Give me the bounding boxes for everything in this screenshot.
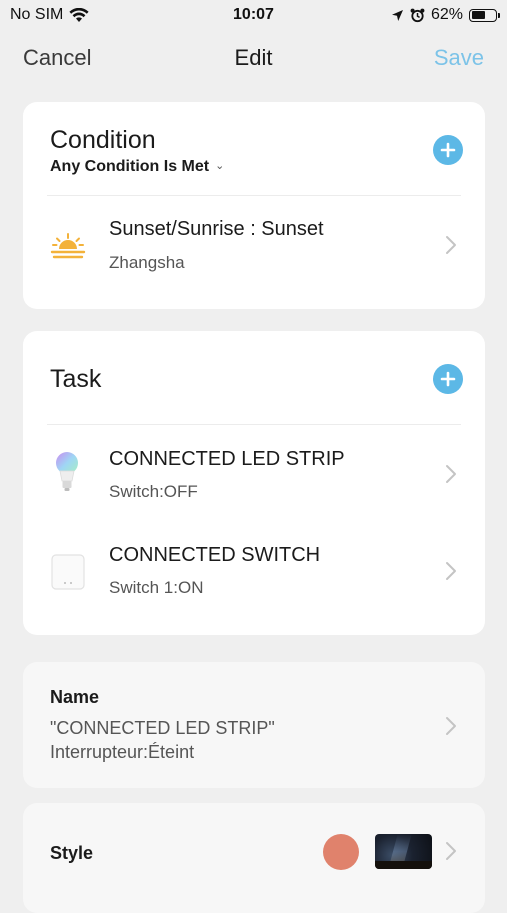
task-row-title: CONNECTED LED STRIP xyxy=(109,448,345,470)
chevron-right-icon xyxy=(446,562,456,580)
condition-mode-dropdown[interactable]: Any Condition Is Met ⌄ xyxy=(50,158,224,176)
save-button[interactable]: Save xyxy=(434,45,484,71)
condition-mode-label: Any Condition Is Met xyxy=(50,158,210,175)
battery-level-fill xyxy=(471,11,485,19)
task-row-subtitle: Switch 1:ON xyxy=(109,578,204,597)
battery-icon xyxy=(469,8,500,22)
battery-percent: 62% xyxy=(430,6,463,23)
style-background-thumbnail[interactable] xyxy=(375,834,432,869)
name-row[interactable]: Name "CONNECTED LED STRIP" Interrupteur:… xyxy=(23,662,485,788)
status-right: 62% xyxy=(391,6,500,24)
style-row[interactable]: Style xyxy=(23,803,485,913)
status-bar: No SIM 10:07 62% xyxy=(0,0,507,32)
bulb-icon xyxy=(56,452,78,491)
plus-icon xyxy=(440,371,456,387)
style-color-swatch[interactable] xyxy=(323,834,359,870)
add-condition-button[interactable] xyxy=(433,135,463,165)
divider xyxy=(47,195,461,196)
condition-row-title: Sunset/Sunrise : Sunset xyxy=(109,218,324,240)
task-row-title: CONNECTED SWITCH xyxy=(109,544,321,566)
chevron-right-icon xyxy=(446,236,456,254)
condition-title: Condition xyxy=(50,126,156,154)
chevron-right-icon xyxy=(446,465,456,483)
navigation-bar: Cancel Edit Save xyxy=(0,40,507,80)
task-card: Task CONNECTED LED STRIP Switch:OFF CONN… xyxy=(23,331,485,635)
task-row-subtitle: Switch:OFF xyxy=(109,482,198,501)
page-title: Edit xyxy=(234,45,273,70)
switch-device-icon xyxy=(51,554,85,590)
task-title: Task xyxy=(50,365,102,393)
location-arrow-icon xyxy=(391,9,403,21)
alarm-icon xyxy=(410,8,425,22)
add-task-button[interactable] xyxy=(433,364,463,394)
name-value-line2: Interrupteur:Éteint xyxy=(50,742,195,762)
condition-row-subtitle: Zhangsha xyxy=(109,253,185,272)
name-label: Name xyxy=(50,687,100,707)
chevron-right-icon xyxy=(446,842,456,860)
condition-card: Condition Any Condition Is Met ⌄ Sunset/S… xyxy=(23,102,485,309)
chevron-right-icon xyxy=(446,717,456,735)
name-value-line1: "CONNECTED LED STRIP" xyxy=(50,718,275,738)
plus-icon xyxy=(440,142,456,158)
style-label: Style xyxy=(50,843,94,863)
divider xyxy=(47,424,461,425)
chevron-down-icon: ⌄ xyxy=(215,160,225,172)
sunset-icon xyxy=(50,233,86,259)
